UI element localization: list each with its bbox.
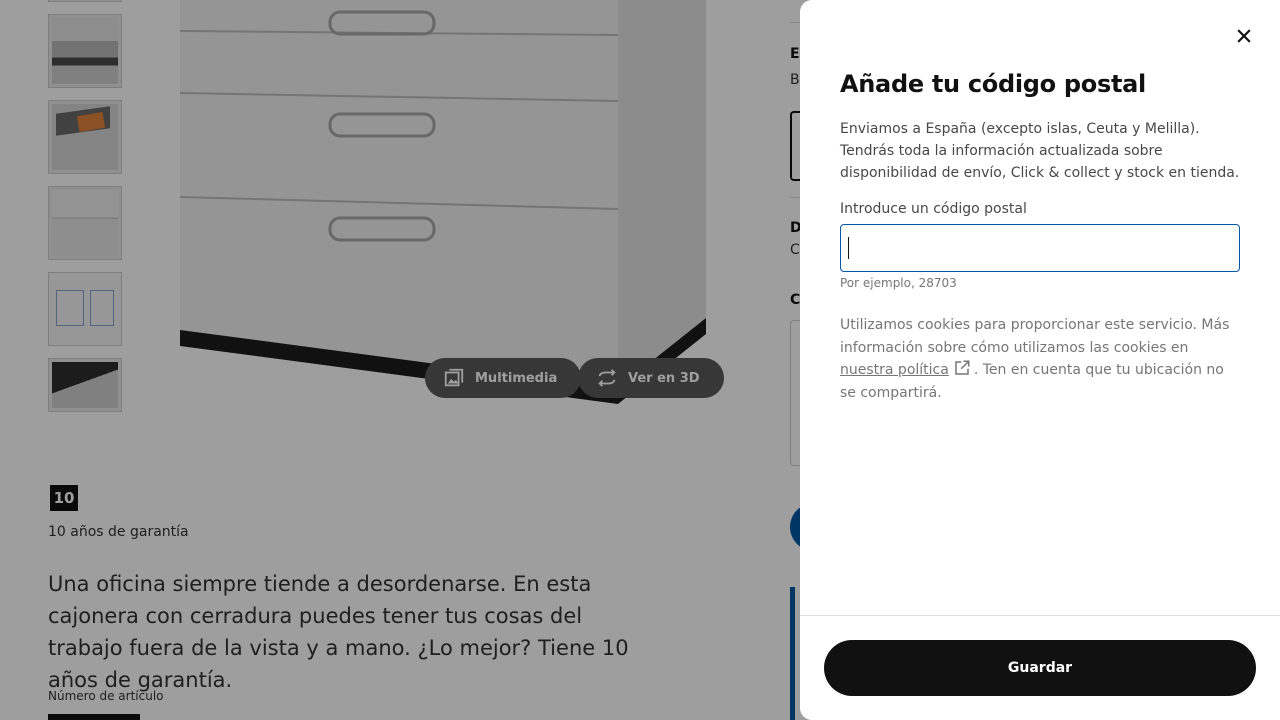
close-icon — [1237, 29, 1251, 43]
footer-divider — [800, 615, 1280, 616]
external-link-icon — [955, 360, 970, 375]
cookie-text-before: Utilizamos cookies para proporcionar est… — [840, 317, 1230, 356]
save-button[interactable]: Guardar — [824, 640, 1256, 696]
cookie-notice: Utilizamos cookies para proporcionar est… — [840, 314, 1240, 404]
postal-code-modal: Añade tu código postal Enviamos a España… — [800, 0, 1280, 720]
modal-description: Enviamos a España (excepto islas, Ceuta … — [840, 121, 1240, 181]
privacy-policy-link[interactable]: nuestra política — [840, 362, 949, 378]
text-caret — [848, 237, 849, 259]
postal-code-hint: Por ejemplo, 28703 — [840, 276, 957, 290]
postal-code-input[interactable] — [840, 224, 1240, 272]
modal-title: Añade tu código postal — [840, 70, 1146, 98]
postal-code-label: Introduce un código postal — [840, 201, 1027, 217]
close-button[interactable] — [1224, 16, 1264, 56]
